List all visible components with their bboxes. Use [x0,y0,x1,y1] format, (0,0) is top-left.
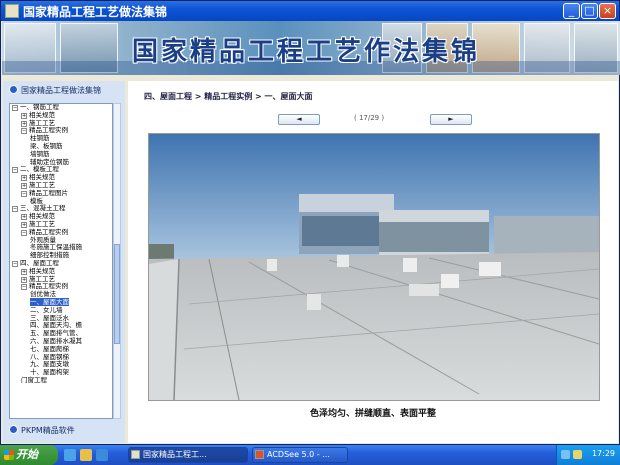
tree-item[interactable]: + 相关规范 [10,173,112,182]
tree-item-label: 五、屋面排气管、 [30,329,82,338]
tree-item-label: 四、屋面工程 [20,258,59,267]
quick-launch-folder-icon[interactable] [80,449,92,461]
tree-item-label: 相关规范 [29,110,55,119]
start-label: 开始 [16,448,38,461]
main-content: 四、屋面工程 > 精品工程实例 > 一、屋面大面 ◄ ( 17/29 ) ► 色… [128,81,618,443]
taskbar: 开始 国家精品工程工... ACDSee 5.0 - ... 17:29 [0,445,620,465]
sidebar-header[interactable]: 国家精品工程做法集锦 [5,85,123,101]
expand-icon[interactable]: + [21,268,27,275]
header-banner: 国家精品工程工艺作法集锦 [2,21,620,75]
tree-item[interactable]: − 精品工程实例 [10,227,112,237]
tree-item[interactable]: + 相关规范 [10,212,112,221]
tree-item[interactable]: − 二、模板工程 [10,165,112,174]
tree-item-label: 十、屋面构架 [30,368,69,377]
sidebar-header-label: 国家精品工程做法集锦 [21,86,101,95]
app-icon [5,4,19,18]
collapse-icon[interactable]: − [12,167,18,174]
collapse-icon[interactable]: − [21,190,27,197]
collapse-icon[interactable]: − [12,105,18,111]
acdsee-icon [255,450,264,459]
system-tray: 17:29 [556,445,620,465]
tree-item-label: 精品工程实例 [29,227,68,236]
tree-item-label: 施工工艺 [29,219,55,228]
tree-item-label: 七、屋面爬梯 [30,344,69,353]
quick-launch-media-icon[interactable] [96,449,108,461]
next-button[interactable]: ► [430,114,472,125]
expand-icon[interactable]: + [21,221,27,228]
collapse-icon[interactable]: − [21,229,27,236]
taskbar-item-label: 国家精品工程工... [143,450,207,459]
tree-item-label: 相关规范 [29,212,55,221]
minimize-button[interactable]: _ [563,3,580,19]
tree-item-label: 施工工艺 [29,180,55,189]
banner-title: 国家精品工程工艺作法集锦 [132,37,481,67]
tree-item-label: 细部控制措施 [30,251,69,260]
tree-item-label: 墙钢筋 [30,149,50,158]
start-button[interactable]: 开始 [0,445,58,465]
tree-item-label: 梁、板钢筋 [30,141,63,150]
expand-icon[interactable]: + [21,112,27,119]
collapse-icon [9,85,18,94]
tree-item-label: 二、女儿墙 [30,305,63,314]
tree-item[interactable]: + 相关规范 [10,266,112,276]
prev-button[interactable]: ◄ [278,114,320,125]
app-window: 国家精品工程工艺做法集锦 _ □ × 国家精品工程工艺作法集锦 国家精品工程做法… [0,0,620,445]
tree-item-label: 六、屋面排水凝其 [30,336,82,345]
expand-icon[interactable]: + [21,214,27,221]
sidebar: 国家精品工程做法集锦 − 一、钢筋工程 + 相关规范 + 施工工艺 − 精品工程实例 柱钢筋 梁、… [3,81,125,443]
app-task-icon [131,450,140,459]
title-bar[interactable]: 国家精品工程工艺做法集锦 _ □ × [1,1,619,21]
expand-icon [9,425,18,434]
photo-frame [148,133,600,401]
expand-icon[interactable]: + [21,276,27,283]
tree-item[interactable]: − 一、钢筋工程 [10,104,112,112]
tree-item[interactable]: − 精品工程实例 [10,126,112,135]
collapse-icon[interactable]: − [21,284,27,291]
clock: 17:29 [591,449,615,458]
tree-item-label: 创优做法 [30,290,56,299]
tree-item[interactable]: − 四、屋面工程 [10,258,112,268]
roof-photo [149,134,600,401]
windows-flag-icon [4,450,14,460]
tree-item-label: 相关规范 [29,266,55,275]
breadcrumb: 四、屋面工程 > 精品工程实例 > 一、屋面大面 [144,92,313,101]
tree-item-label: 精品工程图片 [29,188,68,197]
tree-item-label: 相关规范 [29,173,55,182]
taskbar-item-app[interactable]: 国家精品工程工... [128,447,248,463]
taskbar-item-acdsee[interactable]: ACDSee 5.0 - ... [252,447,348,463]
sidebar-footer[interactable]: PKPM精品软件 [5,425,123,439]
tree-item[interactable]: + 相关规范 [10,110,112,120]
nav-tree: − 一、钢筋工程 + 相关规范 + 施工工艺 − 精品工程实例 柱钢筋 梁、板钢筋 墙钢筋 辅助定位钢… [9,103,113,419]
page-indicator: ( 17/29 ) [354,114,385,122]
tree-item-label: 柱钢筋 [30,134,50,143]
tree-item[interactable]: − 精品工程图片 [10,188,112,198]
tree-scrollbar[interactable] [113,103,121,419]
quick-launch-ie-icon[interactable] [64,449,76,461]
tree-item-label: 一、屋面大面 [30,297,69,306]
photo-caption: 色泽均匀、拼缝顺直、表面平整 [309,409,436,419]
network-icon[interactable] [561,450,570,459]
expand-icon[interactable]: + [21,175,27,182]
tree-item[interactable]: − 三、混凝土工程 [10,204,112,213]
maximize-button[interactable]: □ [581,3,598,19]
expand-icon[interactable]: + [21,120,27,127]
expand-icon[interactable]: + [21,182,27,189]
tree-item[interactable]: − 精品工程实例 [10,282,112,291]
tree-item[interactable]: 梁、板钢筋 [10,141,112,151]
sidebar-footer-label: PKPM精品软件 [21,426,75,435]
collapse-icon[interactable]: − [21,128,27,135]
tree-item-label: 门窗工程 [21,375,47,384]
tree-item-label: 一、钢筋工程 [20,103,59,111]
window-title: 国家精品工程工艺做法集锦 [23,5,168,19]
taskbar-item-label: ACDSee 5.0 - ... [267,450,330,459]
volume-icon[interactable] [573,450,582,459]
close-button[interactable]: × [599,3,616,19]
tree-item[interactable]: 门窗工程 [10,375,112,385]
collapse-icon[interactable]: − [12,206,18,213]
scrollbar-thumb[interactable] [114,244,120,344]
collapse-icon[interactable]: − [12,260,18,267]
